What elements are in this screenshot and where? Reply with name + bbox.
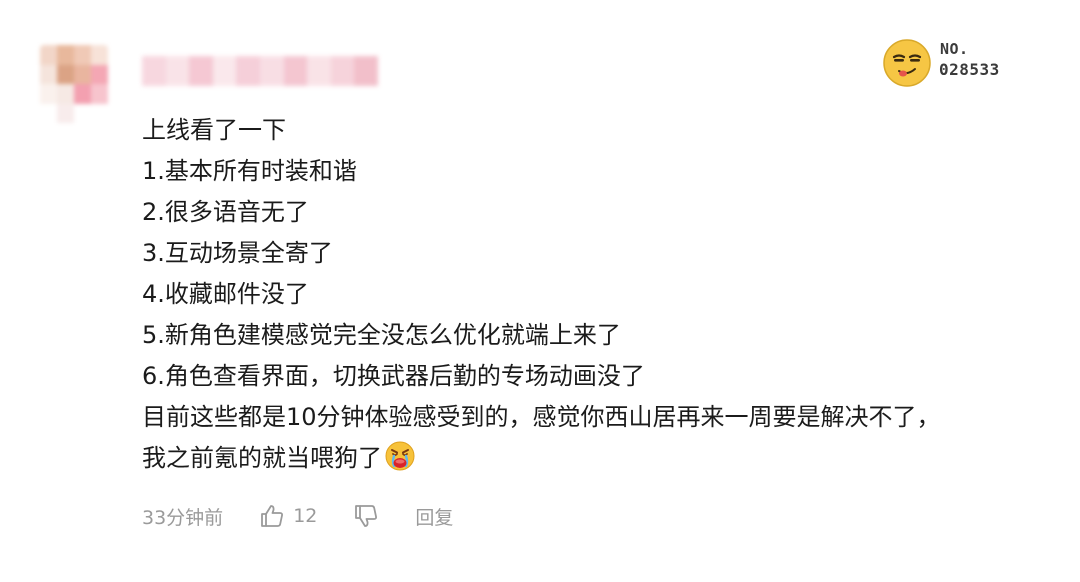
- comment-line: 我之前氪的就当喂狗了: [142, 444, 382, 472]
- comment-line: 3.互动场景全寄了: [142, 239, 333, 267]
- smirking-face-icon: [883, 39, 931, 87]
- thumbs-down-icon: [355, 505, 378, 527]
- comment-line: 1.基本所有时装和谐: [142, 157, 357, 185]
- badge-label: NO.: [940, 40, 969, 58]
- like-count: 12: [293, 505, 318, 527]
- timestamp: 33分钟前: [142, 506, 224, 529]
- thumbs-up-icon: [261, 505, 284, 527]
- comment-line: 上线看了一下: [142, 116, 286, 144]
- badge-number: 028533: [939, 60, 1000, 79]
- angry-crying-emoji-icon: [385, 441, 415, 471]
- avatar[interactable]: [40, 45, 108, 123]
- comment-line: 5.新角色建模感觉完全没怎么优化就端上来了: [142, 321, 621, 349]
- username[interactable]: [142, 56, 378, 86]
- reply-button[interactable]: 回复: [415, 503, 453, 530]
- fan-number-badge: NO. 028533: [880, 36, 1030, 92]
- comment-line: 2.很多语音无了: [142, 198, 309, 226]
- comment-line: 目前这些都是10分钟体验感受到的，感觉你西山居再来一周要是解决不了，: [142, 403, 941, 431]
- comment-last-line: 我之前氪的就当喂狗了: [142, 438, 1022, 479]
- dislike-button[interactable]: [353, 503, 379, 529]
- comment-actions: 33分钟前 12 回复: [142, 500, 453, 532]
- comment-body: 上线看了一下 1.基本所有时装和谐 2.很多语音无了 3.互动场景全寄了 4.收…: [142, 110, 1022, 479]
- like-button[interactable]: 12: [259, 503, 317, 529]
- comment-line: 4.收藏邮件没了: [142, 280, 309, 308]
- comment-line: 6.角色查看界面，切换武器后勤的专场动画没了: [142, 362, 645, 390]
